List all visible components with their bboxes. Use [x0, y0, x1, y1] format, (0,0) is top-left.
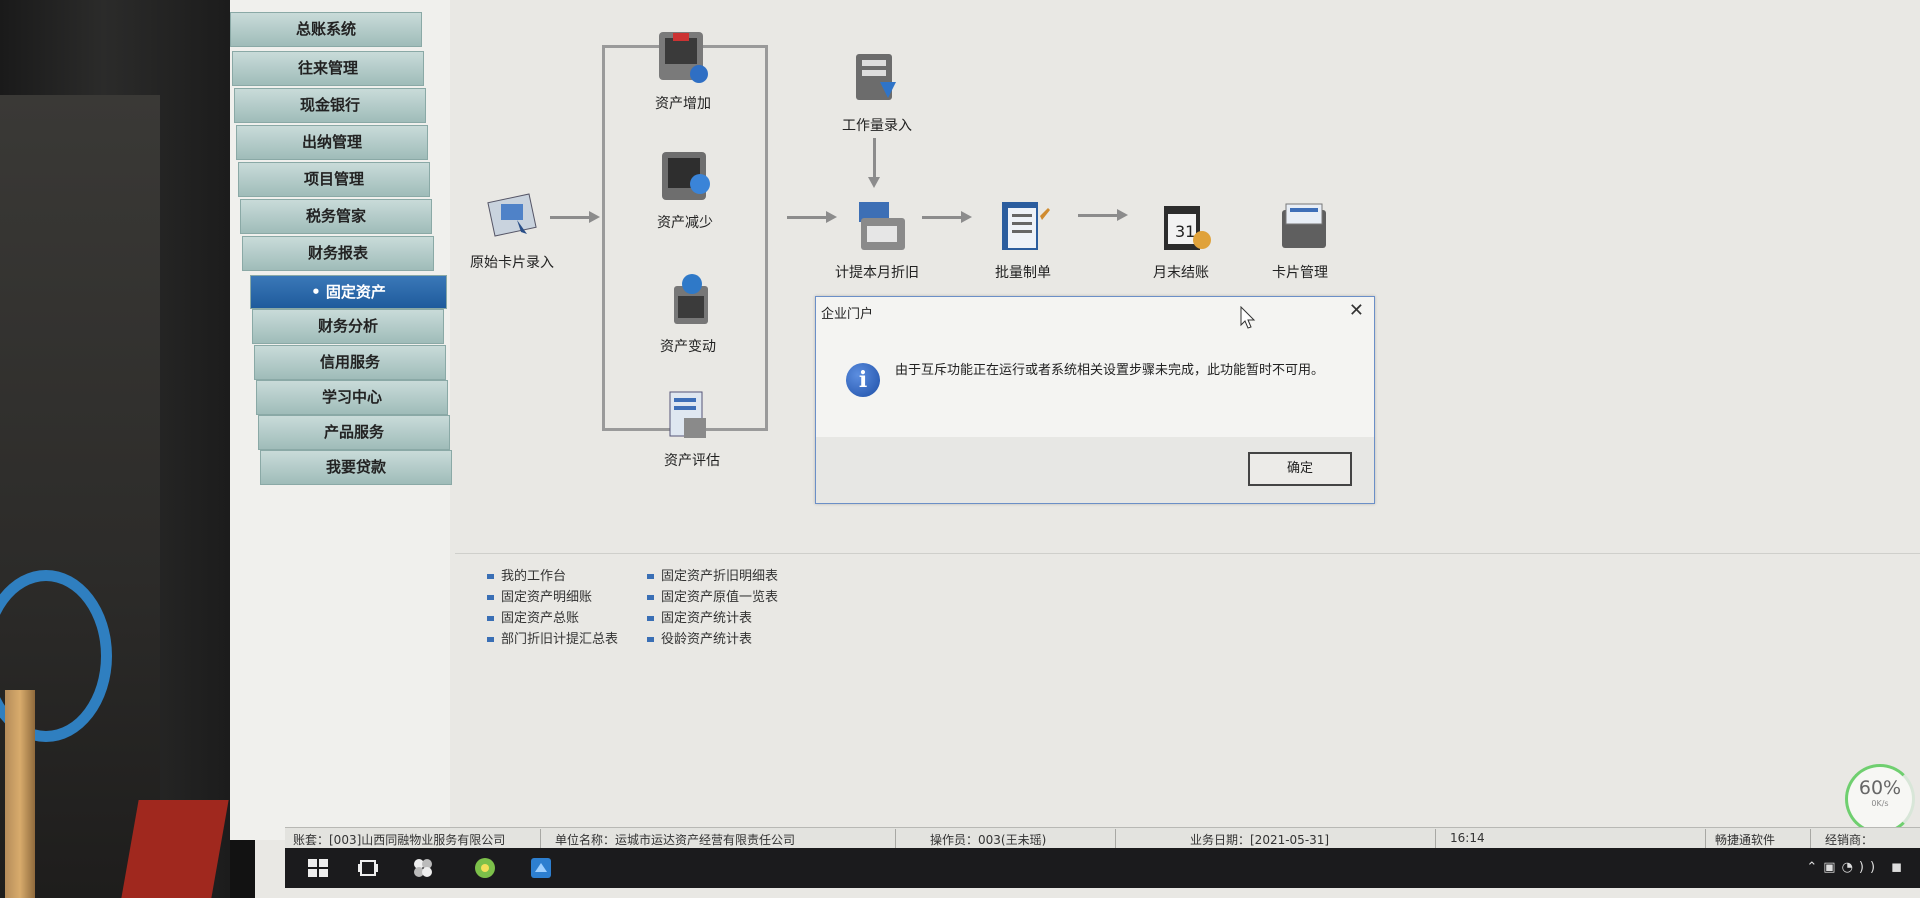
status-business-date: 业务日期：[2021-05-31]	[1190, 833, 1330, 847]
flow-arrow-down	[868, 138, 880, 188]
divider	[1705, 829, 1706, 848]
sidebar-item-learning[interactable]: 学习中心	[256, 380, 448, 415]
status-bar: 账套：[003]山西同融物业服务有限公司 单位名称：运城市运达资产经营有限责任公…	[285, 827, 1920, 849]
sidebar-item-loan[interactable]: 我要贷款	[260, 450, 452, 485]
close-icon[interactable]: ✕	[1349, 300, 1364, 321]
asset-evaluate-icon[interactable]	[664, 388, 712, 448]
link-dept-depreciation-summary[interactable]: 部门折旧计提汇总表	[487, 628, 618, 647]
system-tray[interactable]: ⌃▣◔)) ◼	[1806, 860, 1908, 875]
sidebar-item-reports[interactable]: 财务报表	[242, 236, 434, 271]
workload-entry-icon[interactable]	[850, 50, 904, 112]
flow-arrow	[550, 211, 600, 223]
section-divider	[455, 553, 1920, 554]
svg-text:31: 31	[1175, 222, 1195, 241]
card-entry-icon[interactable]	[487, 190, 541, 244]
status-vendor: 畅捷通软件	[1715, 833, 1776, 847]
network-speed-gauge[interactable]: 60% 0K/s	[1845, 764, 1915, 834]
divider	[895, 829, 896, 848]
red-box-object	[121, 800, 229, 898]
asset-change-label[interactable]: 资产变动	[660, 336, 716, 356]
link-asset-detail-ledger[interactable]: 固定资产明细账	[487, 586, 592, 605]
active-bullet-icon: •	[311, 283, 326, 301]
sidebar-item-receivables[interactable]: 往来管理	[232, 51, 424, 86]
link-aged-asset-statistics[interactable]: 役龄资产统计表	[647, 628, 752, 647]
dialog-message: 由于互斥功能正在运行或者系统相关设置步骤未完成，此功能暂时不可用。	[895, 363, 1325, 378]
depreciation-label[interactable]: 计提本月折旧	[835, 262, 919, 282]
asset-decrease-label[interactable]: 资产减少	[657, 212, 713, 232]
batch-voucher-label[interactable]: 批量制单	[995, 262, 1051, 282]
status-operator: 操作员：003(王未瑶)	[930, 833, 1047, 847]
gauge-speed: 0K/s	[1871, 799, 1889, 808]
divider	[540, 829, 541, 848]
sidebar-item-products[interactable]: 产品服务	[258, 415, 450, 450]
card-entry-label[interactable]: 原始卡片录入	[470, 252, 554, 272]
ok-button[interactable]: 确定	[1248, 452, 1352, 486]
divider	[1115, 829, 1116, 848]
asset-increase-label[interactable]: 资产增加	[655, 93, 711, 113]
divider	[1435, 829, 1436, 848]
sidebar-item-tax[interactable]: 税务管家	[240, 199, 432, 234]
gauge-value: 60%	[1858, 777, 1902, 799]
task-view-icon[interactable]	[355, 856, 381, 880]
sidebar-item-credit[interactable]: 信用服务	[254, 345, 446, 380]
asset-change-icon[interactable]	[668, 272, 716, 332]
link-original-value-list[interactable]: 固定资产原值一览表	[647, 586, 778, 605]
sidebar-item-project[interactable]: 项目管理	[238, 162, 430, 197]
status-time: 16:14	[1450, 831, 1485, 845]
flow-arrow	[787, 211, 837, 223]
dialog-title: 企业门户	[821, 307, 874, 322]
batch-voucher-icon[interactable]	[996, 196, 1052, 260]
flow-arrow	[922, 211, 972, 223]
status-account: 账套：[003]山西同融物业服务有限公司	[293, 833, 506, 847]
link-depreciation-detail[interactable]: 固定资产折旧明细表	[647, 565, 778, 584]
browser-icon[interactable]	[472, 856, 498, 880]
status-dealer: 经销商：	[1825, 833, 1874, 847]
mouse-cursor-icon	[1240, 306, 1256, 329]
asset-increase-icon[interactable]	[655, 30, 713, 90]
depreciation-icon[interactable]	[855, 198, 909, 260]
taskbar: ⌃▣◔)) ◼	[285, 848, 1920, 888]
sidebar: 总账系统 往来管理 现金银行 出纳管理 项目管理 税务管家 财务报表 • 固定资…	[230, 0, 452, 840]
sidebar-item-fixed-assets[interactable]: • 固定资产	[250, 275, 447, 309]
pencil-object	[5, 690, 35, 898]
app-pinwheel-icon[interactable]	[410, 856, 436, 880]
sidebar-item-financial-analysis[interactable]: 财务分析	[252, 309, 444, 344]
link-my-workbench[interactable]: 我的工作台	[487, 565, 566, 584]
windows-start-icon[interactable]	[305, 856, 331, 880]
sidebar-item-cash-bank[interactable]: 现金银行	[234, 88, 426, 123]
card-manage-icon[interactable]	[1278, 198, 1334, 260]
sidebar-item-general-ledger[interactable]: 总账系统	[230, 12, 422, 47]
month-close-icon[interactable]: 31	[1158, 196, 1214, 260]
info-icon: i	[846, 363, 880, 397]
asset-decrease-icon[interactable]	[658, 150, 716, 210]
workload-entry-label[interactable]: 工作量录入	[842, 115, 912, 135]
link-asset-general-ledger[interactable]: 固定资产总账	[487, 607, 579, 626]
accounting-app-icon[interactable]	[528, 856, 554, 880]
link-asset-statistics[interactable]: 固定资产统计表	[647, 607, 752, 626]
enterprise-portal-dialog: 企业门户 ✕ i 由于互斥功能正在运行或者系统相关设置步骤未完成，此功能暂时不可…	[815, 296, 1375, 504]
status-unit: 单位名称：运城市运达资产经营有限责任公司	[555, 833, 796, 847]
sidebar-item-label: 固定资产	[325, 283, 386, 301]
flow-arrow	[1078, 209, 1128, 221]
sidebar-item-cashier[interactable]: 出纳管理	[236, 125, 428, 160]
asset-evaluate-label[interactable]: 资产评估	[664, 450, 720, 470]
card-manage-label[interactable]: 卡片管理	[1272, 262, 1328, 282]
divider	[1810, 829, 1811, 848]
month-close-label[interactable]: 月末结账	[1153, 262, 1209, 282]
